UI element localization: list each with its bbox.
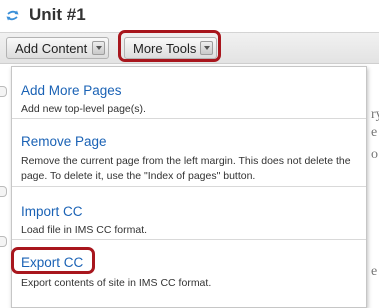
menu-item-title: Remove Page: [21, 134, 107, 149]
menu-item-description: Remove the current page from the left ma…: [21, 155, 351, 182]
menu-item-description: Export contents of site in IMS CC format…: [21, 277, 212, 289]
menu-item-import-cc[interactable]: Import CC Load file in IMS CC format.: [12, 187, 366, 240]
menu-item-description: Load file in IMS CC format.: [21, 224, 148, 236]
menu-item-description: Add new top-level page(s).: [21, 103, 146, 115]
left-margin-handle: [0, 186, 7, 197]
toolbar: Add Content More Tools: [0, 32, 379, 64]
page-header: Unit #1: [0, 0, 379, 32]
menu-item-title: Import CC: [21, 204, 83, 219]
chevron-down-icon: [200, 41, 213, 55]
chevron-down-icon: [92, 41, 105, 55]
add-content-button[interactable]: Add Content: [6, 37, 109, 59]
background-text-fragment: e: [371, 125, 378, 140]
menu-item-title: Add More Pages: [21, 83, 122, 98]
sync-arrows-icon[interactable]: [6, 9, 19, 22]
background-text-fragment: e: [371, 264, 378, 279]
menu-item-export-cc[interactable]: Export CC Export contents of site in IMS…: [12, 240, 366, 307]
left-margin-handle: [0, 236, 7, 247]
more-tools-button[interactable]: More Tools: [124, 37, 217, 59]
background-text-fragment: ry: [371, 107, 379, 122]
left-margin-handle: [0, 86, 7, 97]
page-title: Unit #1: [29, 5, 86, 24]
more-tools-menu: Add More Pages Add new top-level page(s)…: [11, 66, 367, 308]
menu-item-remove-page[interactable]: Remove Page Remove the current page from…: [12, 119, 366, 187]
add-content-label: Add Content: [15, 41, 88, 56]
menu-item-title: Export CC: [21, 255, 84, 270]
more-tools-label: More Tools: [133, 41, 197, 56]
menu-item-add-more-pages[interactable]: Add More Pages Add new top-level page(s)…: [12, 67, 366, 119]
background-text-fragment: o: [371, 147, 378, 162]
